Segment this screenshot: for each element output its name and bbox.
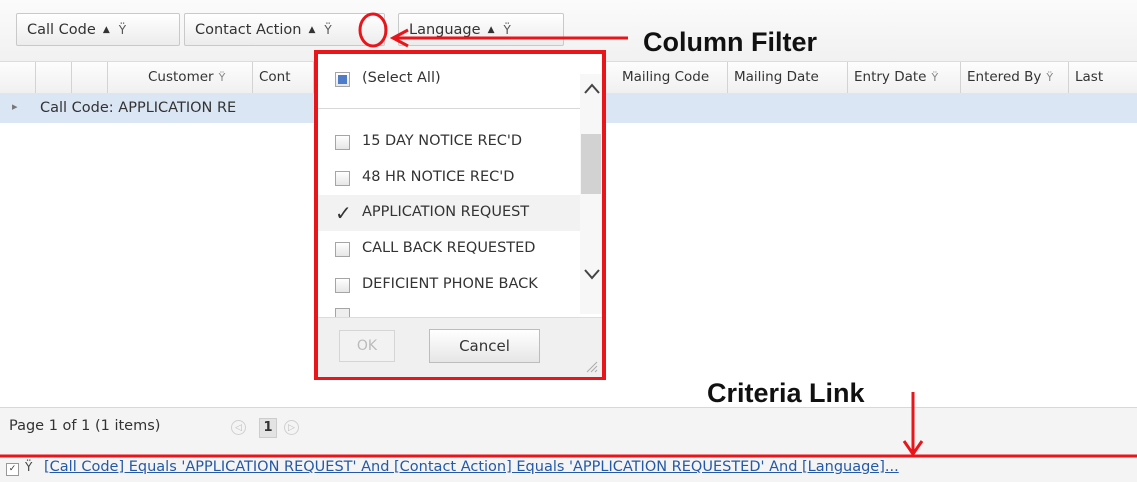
annotation-column-filter: Column Filter [643,27,817,57]
highlight-circle [358,12,388,48]
annotation-criteria-link: Criteria Link [707,378,865,408]
annotation-overlay [0,12,1137,458]
